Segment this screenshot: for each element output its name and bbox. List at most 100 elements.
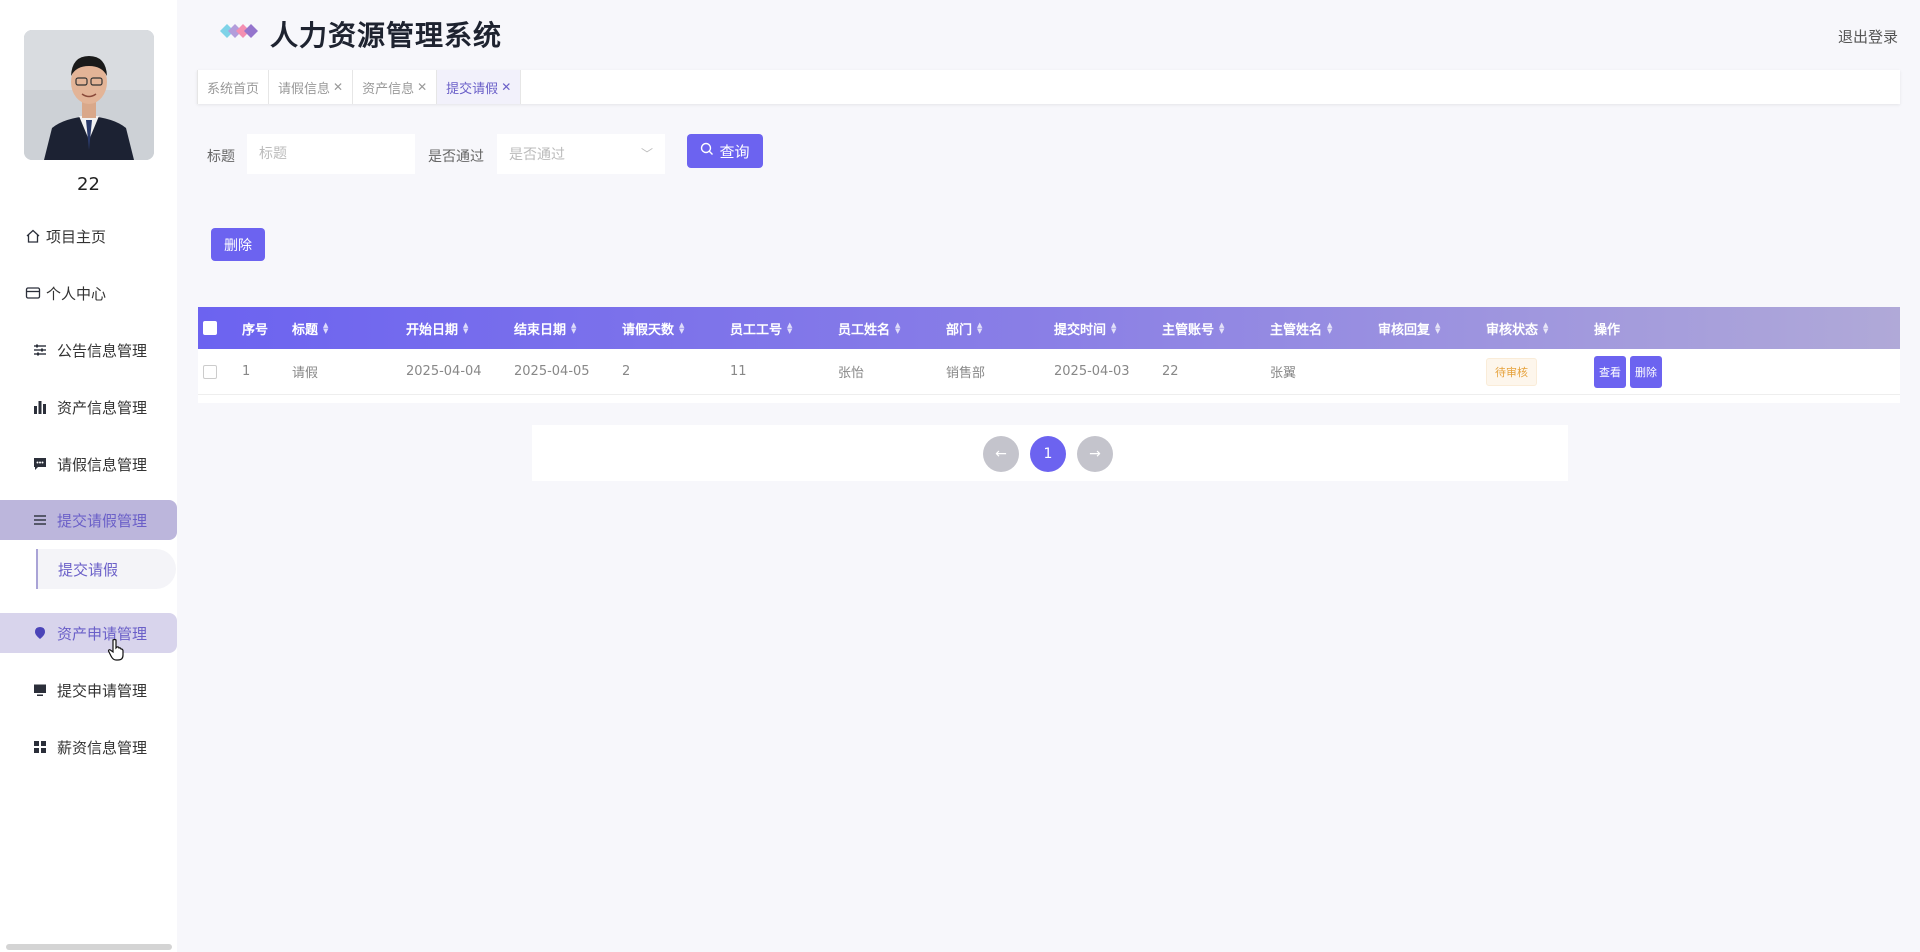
sidebar-item-label: 项目主页 <box>46 227 107 246</box>
grid-icon <box>31 738 49 756</box>
column-header[interactable]: 主管账号 ▲ ▼ <box>1162 319 1270 338</box>
home-icon <box>24 227 42 245</box>
cell-emp-name: 张怡 <box>838 366 865 381</box>
sort-icon[interactable]: ▲ ▼ <box>323 322 328 335</box>
title-filter-label: 标题 <box>207 149 235 165</box>
query-button-label: 查询 <box>719 142 750 161</box>
sidebar-item-label: 个人中心 <box>46 284 107 303</box>
prev-page-button[interactable]: ← <box>983 436 1019 472</box>
tab-label: 资产信息 <box>362 81 415 97</box>
card-icon <box>24 284 42 302</box>
sidebar-item-label: 请假信息管理 <box>57 455 148 474</box>
table-row[interactable]: 1 请假 2025-04-04 2025-04-05 2 11 张怡 销售部 2… <box>198 349 1900 395</box>
user-name: 22 <box>77 174 100 195</box>
sort-icon[interactable]: ▲ ▼ <box>1327 322 1332 335</box>
tab-label: 请假信息 <box>278 81 331 97</box>
submenu-item-label: 提交请假 <box>58 560 119 579</box>
sidebar-item-label: 资产信息管理 <box>57 398 148 417</box>
column-header[interactable]: 提交时间 ▲ ▼ <box>1054 319 1162 338</box>
sidebar-item-notice[interactable]: 公告信息管理 <box>0 330 177 370</box>
avatar-photo <box>24 30 154 160</box>
close-icon[interactable]: ✕ <box>417 80 427 94</box>
sidebar-item-label: 提交申请管理 <box>57 681 148 700</box>
cell-mgr-account: 22 <box>1162 364 1179 379</box>
sort-icon[interactable]: ▲ ▼ <box>977 322 982 335</box>
column-header: 操作 <box>1594 322 1621 338</box>
sidebar-item-asset-apply[interactable]: 资产申请管理 <box>0 613 177 653</box>
monitor-icon <box>31 681 49 699</box>
table-header: 序号 标题 ▲ ▼ 开始日期 ▲ ▼ 结束日期 ▲ ▼ 请假天数 ▲ ▼ 员工工号 ▲ ▼ 员工姓名… <box>198 307 1900 349</box>
sidebar: 22 项目主页 个人中心 公告信息管理 资产信息管理 请假信息管理 提交请假管理 <box>0 0 177 952</box>
pass-filter-placeholder: 是否通过 <box>509 147 565 163</box>
column-header[interactable]: 部门 ▲ ▼ <box>946 319 1054 338</box>
column-header[interactable]: 员工姓名 ▲ ▼ <box>838 319 946 338</box>
tabs-bar: 系统首页 请假信息 ✕ 资产信息 ✕ 提交请假 ✕ <box>197 70 1900 104</box>
cell-index: 1 <box>242 364 251 379</box>
close-icon[interactable]: ✕ <box>501 80 511 94</box>
query-button[interactable]: 查询 <box>687 134 763 168</box>
sort-icon[interactable]: ▲ ▼ <box>787 322 792 335</box>
row-delete-button[interactable]: 删除 <box>1630 355 1662 388</box>
next-page-button[interactable]: → <box>1077 436 1113 472</box>
column-header[interactable]: 审核状态 ▲ ▼ <box>1486 319 1594 338</box>
app-title: 人力资源管理系统 <box>270 19 503 52</box>
sort-icon[interactable]: ▲ ▼ <box>1543 322 1548 335</box>
sidebar-scrollbar[interactable] <box>6 944 172 950</box>
hand-cursor-icon <box>107 638 124 661</box>
select-all-checkbox[interactable] <box>203 321 217 335</box>
table-footer <box>198 395 1900 403</box>
cell-start-date: 2025-04-04 <box>406 364 482 379</box>
view-button[interactable]: 查看 <box>1594 355 1626 388</box>
column-header[interactable]: 主管姓名 ▲ ▼ <box>1270 319 1378 338</box>
column-header[interactable]: 结束日期 ▲ ▼ <box>514 319 622 338</box>
tab-submit-leave[interactable]: 提交请假 ✕ <box>437 70 522 104</box>
sidebar-item-home[interactable]: 项目主页 <box>0 216 177 256</box>
tab-home[interactable]: 系统首页 <box>197 70 270 104</box>
close-icon[interactable]: ✕ <box>333 80 343 94</box>
sort-icon[interactable]: ▲ ▼ <box>571 322 576 335</box>
sort-icon[interactable]: ▲ ▼ <box>1435 322 1440 335</box>
pagination: ← 1 → <box>532 425 1568 481</box>
pass-filter-select[interactable]: 是否通过 ﹀ <box>497 134 665 174</box>
sidebar-item-salary[interactable]: 薪资信息管理 <box>0 727 177 767</box>
column-header[interactable]: 审核回复 ▲ ▼ <box>1378 319 1486 338</box>
sidebar-item-label: 资产申请管理 <box>57 624 148 643</box>
tab-label: 系统首页 <box>207 81 260 97</box>
pin-icon <box>31 624 49 642</box>
tab-label: 提交请假 <box>446 81 499 97</box>
sidebar-item-leave[interactable]: 请假信息管理 <box>0 444 177 484</box>
tab-asset-info[interactable]: 资产信息 ✕ <box>353 70 438 104</box>
cell-mgr-name: 张翼 <box>1270 366 1297 381</box>
sidebar-item-asset[interactable]: 资产信息管理 <box>0 387 177 427</box>
sort-icon[interactable]: ▲ ▼ <box>679 322 684 335</box>
message-icon <box>31 455 49 473</box>
sort-icon[interactable]: ▲ ▼ <box>895 322 900 335</box>
column-header[interactable]: 请假天数 ▲ ▼ <box>622 319 730 338</box>
column-header[interactable]: 员工工号 ▲ ▼ <box>730 319 838 338</box>
sort-icon[interactable]: ▲ ▼ <box>1219 322 1224 335</box>
sort-icon[interactable]: ▲ ▼ <box>1111 322 1116 335</box>
sidebar-item-label: 薪资信息管理 <box>57 738 148 757</box>
cell-title: 请假 <box>292 366 319 381</box>
chevron-down-icon: ﹀ <box>640 147 653 161</box>
sidebar-item-submit-apply[interactable]: 提交申请管理 <box>0 670 177 710</box>
pass-filter-label: 是否通过 <box>428 149 484 165</box>
submenu-item-submit-leave[interactable]: 提交请假 <box>36 549 176 589</box>
column-header[interactable]: 开始日期 ▲ ▼ <box>406 319 514 338</box>
status-badge: 待审核 <box>1486 357 1537 386</box>
row-checkbox[interactable] <box>203 364 217 379</box>
sidebar-item-label: 公告信息管理 <box>57 341 148 360</box>
logout-link[interactable]: 退出登录 <box>1838 26 1898 47</box>
page-button-current[interactable]: 1 <box>1030 436 1066 472</box>
tab-leave-info[interactable]: 请假信息 ✕ <box>269 70 354 104</box>
sort-icon[interactable]: ▲ ▼ <box>463 322 468 335</box>
bar-chart-icon <box>31 398 49 416</box>
sidebar-item-submit-leave[interactable]: 提交请假管理 <box>0 500 177 540</box>
column-header[interactable]: 标题 ▲ ▼ <box>292 319 406 338</box>
sidebar-item-profile[interactable]: 个人中心 <box>0 273 177 313</box>
cell-end-date: 2025-04-05 <box>514 364 590 379</box>
batch-delete-button[interactable]: 删除 <box>211 228 265 261</box>
title-filter-input[interactable] <box>247 134 415 174</box>
avatar[interactable] <box>24 30 154 160</box>
cell-days: 2 <box>622 364 631 379</box>
